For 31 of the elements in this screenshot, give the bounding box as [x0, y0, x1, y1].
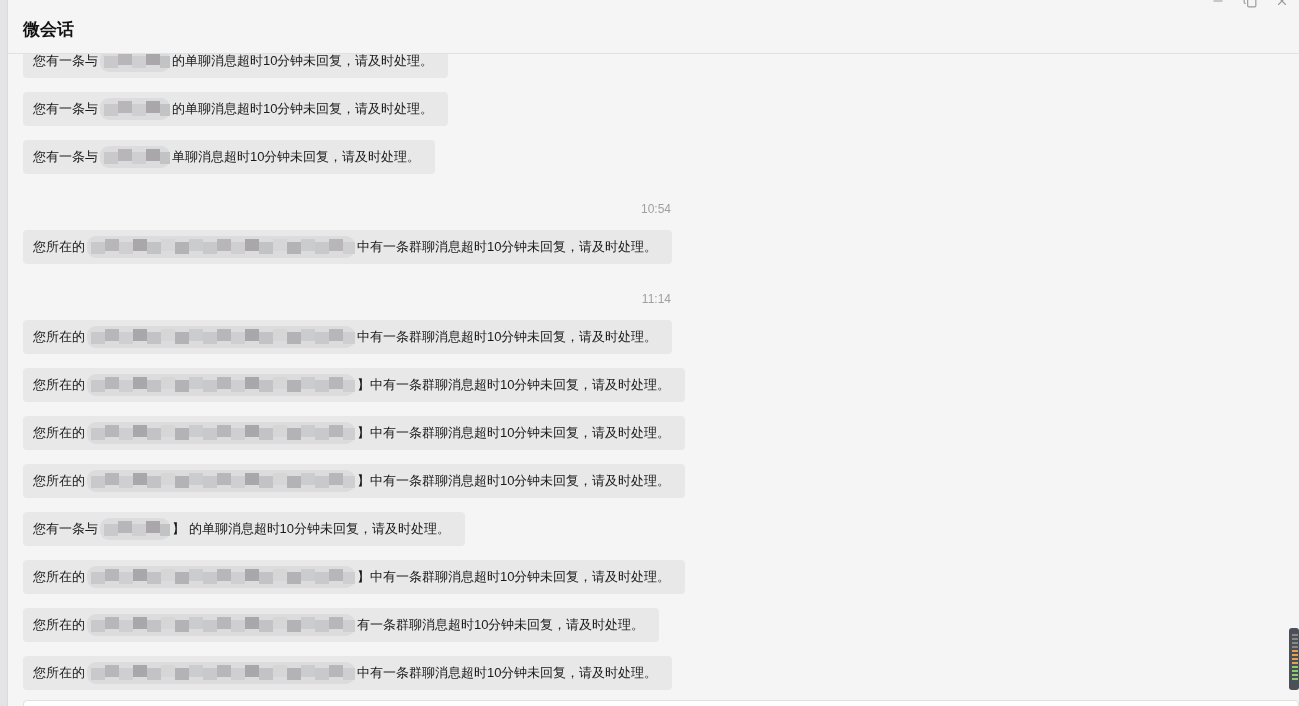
message-text: 您所在的 [33, 568, 85, 587]
message-text: 您有一条与 [33, 148, 98, 167]
message-text: 】 的单聊消息超时10分钟未回复，请及时处理。 [172, 520, 451, 539]
message-text: 您有一条与 [33, 100, 98, 119]
message-text: 您有一条与 [33, 54, 98, 71]
message-text: 的单聊消息超时10分钟未回复，请及时处理。 [172, 54, 434, 71]
blurred-name [100, 98, 170, 120]
message-text: 您所在的 [33, 238, 85, 257]
window-title: 微会话 [23, 19, 74, 41]
message-text: 中有一条群聊消息超时10分钟未回复，请及时处理。 [357, 328, 658, 347]
message-text: 】中有一条群聊消息超时10分钟未回复，请及时处理。 [357, 568, 671, 587]
meter-widget-icon [1289, 628, 1299, 690]
message-text: 的单聊消息超时10分钟未回复，请及时处理。 [172, 100, 434, 119]
blurred-name [100, 146, 170, 168]
message-time: 10:54 [640, 201, 671, 218]
message-text: 您所在的 [33, 664, 85, 683]
message-text: 您有一条与 [33, 520, 98, 539]
message-text: 您所在的 [33, 424, 85, 443]
message-text: 】中有一条群聊消息超时10分钟未回复，请及时处理。 [357, 472, 671, 491]
blurred-name [100, 518, 170, 540]
message-time: 11:14 [641, 291, 671, 308]
message-text: 您所在的 [33, 472, 85, 491]
message-text: 】中有一条群聊消息超时10分钟未回复，请及时处理。 [357, 376, 671, 395]
message-text: 中有一条群聊消息超时10分钟未回复，请及时处理。 [357, 664, 658, 683]
message-text: 您所在的 [33, 328, 85, 347]
message-text: 单聊消息超时10分钟未回复，请及时处理。 [172, 148, 421, 167]
message-text: 中有一条群聊消息超时10分钟未回复，请及时处理。 [357, 238, 658, 257]
message-text: 有一条群聊消息超时10分钟未回复，请及时处理。 [357, 616, 645, 635]
message-text: 】中有一条群聊消息超时10分钟未回复，请及时处理。 [357, 424, 671, 443]
message-text: 您所在的 [33, 616, 85, 635]
message-text: 您所在的 [33, 376, 85, 395]
